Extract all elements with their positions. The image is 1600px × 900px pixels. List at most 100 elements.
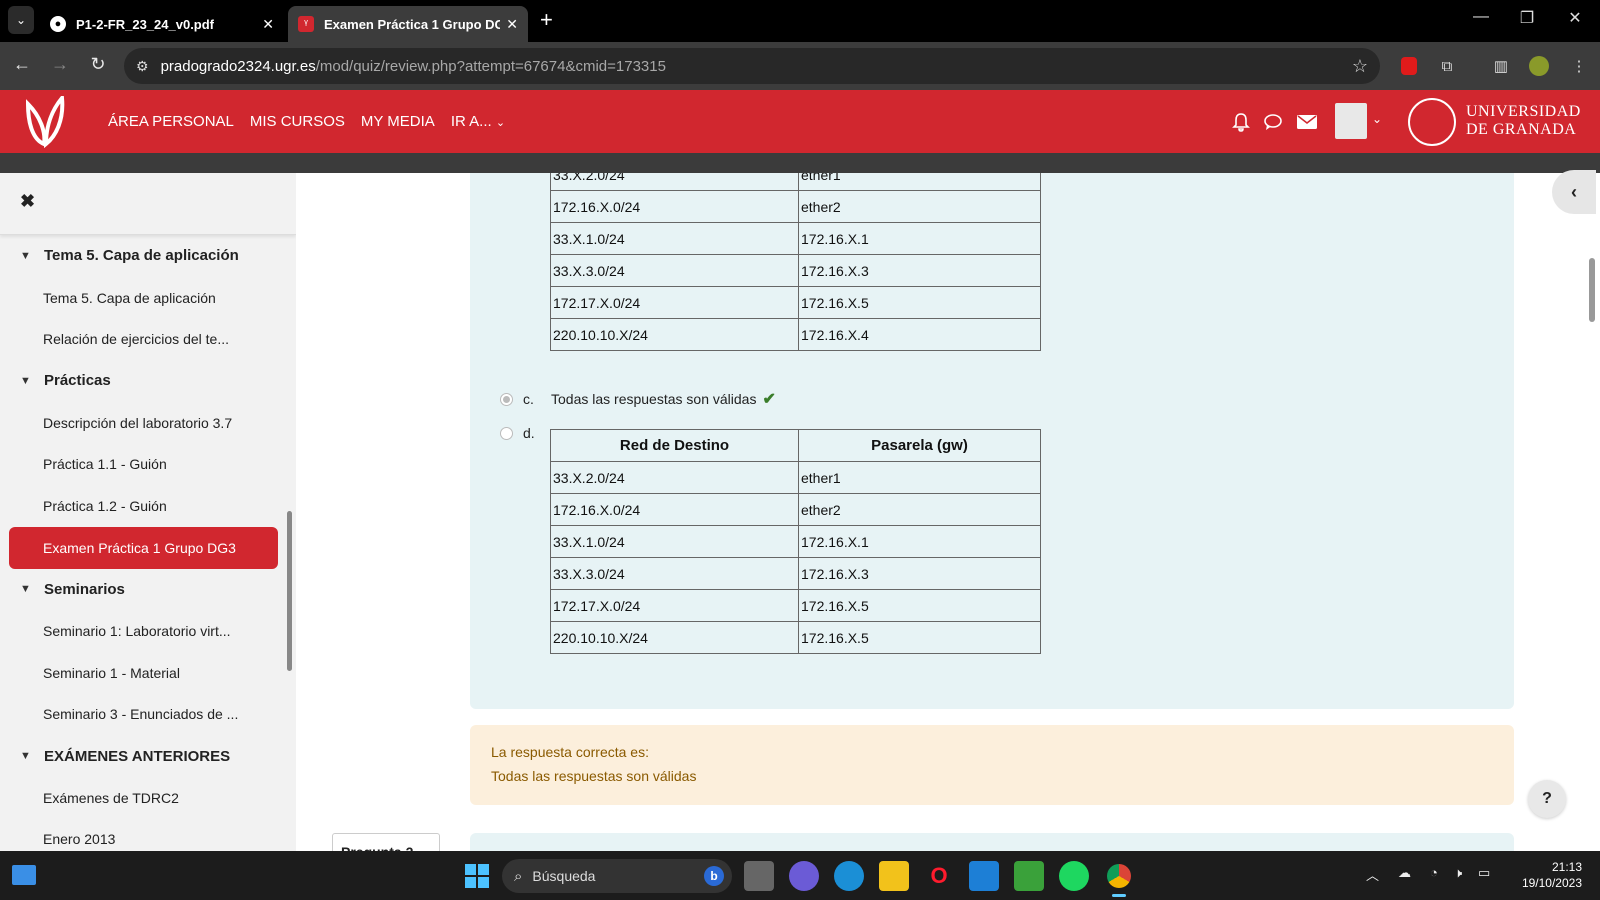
course-item[interactable]: Enero 2013 [0, 819, 296, 851]
course-item[interactable]: Exámenes de TDRC2 [0, 777, 296, 819]
volume-muted-icon[interactable]: 🕨 [1454, 865, 1462, 881]
address-bar[interactable]: ⚙ pradogrado2324.ugr.es/mod/quiz/review.… [124, 48, 1380, 84]
minimize-icon[interactable]: — [1466, 8, 1496, 26]
course-item[interactable]: Práctica 1.2 - Guión [0, 485, 296, 527]
bing-icon[interactable]: b [704, 866, 724, 886]
chevron-down-icon[interactable]: ▼ [20, 250, 44, 262]
chrome-icon[interactable] [1104, 861, 1134, 897]
nav-ir-a[interactable]: IR A... ⌄ [451, 113, 505, 130]
start-windows-icon[interactable] [465, 864, 489, 888]
tray-overflow-chevron-icon[interactable]: ︿ [1366, 865, 1379, 884]
table-cell: 172.16.X.3 [798, 557, 1041, 590]
course-item[interactable]: Relación de ejercicios del te... [0, 318, 296, 360]
adblock-extension-icon[interactable] [1398, 55, 1420, 77]
chevron-down-icon[interactable]: ▼ [20, 750, 44, 762]
table-cell: 33.X.3.0/24 [550, 254, 799, 287]
nav-mis-cursos[interactable]: MIS CURSOS [250, 113, 345, 130]
bell-icon[interactable] [1229, 110, 1253, 134]
close-tab-icon[interactable]: ✕ [262, 16, 274, 33]
chat-bubble-icon[interactable] [1261, 110, 1285, 134]
forward-icon[interactable]: → [48, 54, 72, 75]
close-window-icon[interactable]: ✕ [1560, 8, 1590, 28]
tab-search-button[interactable]: ⌄ [8, 6, 34, 34]
section-practicas[interactable]: ▼ Prácticas [0, 360, 296, 402]
site-header: ÁREA PERSONAL MIS CURSOS MY MEDIA IR A..… [0, 90, 1600, 153]
opera-icon[interactable]: O [924, 861, 954, 891]
profile-icon[interactable] [1528, 55, 1550, 77]
course-item[interactable]: Descripción del laboratorio 3.7 [0, 402, 296, 444]
restore-icon[interactable]: ❐ [1512, 8, 1542, 28]
onedrive-cloud-icon[interactable]: ☁ [1398, 865, 1411, 881]
ugr-favicon-icon: ᵞ [298, 16, 314, 32]
wifi-icon[interactable]: ◔ [1430, 865, 1438, 880]
close-drawer-icon[interactable]: ✖ [20, 191, 35, 212]
course-item[interactable]: Seminario 1 - Material [0, 652, 296, 694]
teams-chat-icon[interactable] [789, 861, 819, 891]
table-row: 33.X.3.0/24 172.16.X.3 [550, 254, 1041, 287]
ugr-seal-icon [1408, 98, 1456, 146]
back-icon[interactable]: ← [10, 54, 34, 75]
edge-icon[interactable] [834, 861, 864, 891]
open-block-drawer-button[interactable]: ‹ [1552, 170, 1596, 214]
widgets-icon[interactable] [12, 865, 36, 885]
table-row: 220.10.10.X/24 172.16.X.4 [550, 318, 1041, 351]
tab-title: Examen Práctica 1 Grupo DG3: [324, 16, 501, 32]
taskbar-search[interactable]: ⌕ Búsqueda b [502, 859, 732, 893]
minecraft-icon[interactable] [1014, 861, 1044, 891]
file-explorer-icon[interactable] [879, 861, 909, 891]
course-item-active[interactable]: Examen Práctica 1 Grupo DG3 [9, 526, 278, 569]
table-cell: 172.16.X.3 [798, 254, 1041, 287]
spotify-icon[interactable] [1059, 861, 1089, 891]
task-view-icon[interactable] [744, 861, 774, 891]
mail-app-icon[interactable] [969, 861, 999, 891]
nav-my-media[interactable]: MY MEDIA [361, 113, 435, 130]
close-tab-icon[interactable]: ✕ [506, 16, 518, 33]
battery-icon[interactable]: ▭ [1478, 865, 1490, 881]
side-panel-icon[interactable]: ▥ [1490, 55, 1512, 77]
bookmark-star-icon[interactable]: ☆ [1352, 56, 1368, 77]
table-row: 33.X.3.0/24 172.16.X.3 [550, 557, 1041, 590]
chevron-down-icon[interactable]: ▼ [20, 375, 44, 387]
chevron-down-icon[interactable]: ▼ [20, 583, 44, 595]
check-icon: ✔ [762, 391, 776, 408]
site-settings-icon[interactable]: ⚙ [136, 58, 149, 75]
table-row: 172.16.X.0/24 ether2 [550, 190, 1041, 223]
help-button[interactable]: ? [1528, 780, 1566, 818]
system-clock[interactable]: 21:13 19/10/2023 [1512, 859, 1582, 891]
section-seminarios[interactable]: ▼ Seminarios [0, 569, 296, 611]
section-tema-5[interactable]: ▼ Tema 5. Capa de aplicación [0, 235, 296, 277]
university-logo-text[interactable]: UNIVERSIDAD DE GRANADA [1466, 103, 1581, 139]
table-cell: 172.16.X.5 [798, 286, 1041, 319]
drawer-scrollbar[interactable] [287, 511, 292, 671]
radio-c[interactable] [500, 392, 513, 406]
section-examenes-anteriores[interactable]: ▼ EXÁMENES ANTERIORES [0, 735, 296, 777]
next-question-info: Pregunta 2 [332, 833, 440, 851]
avatar[interactable] [1335, 103, 1367, 139]
tab-pdf[interactable]: ● P1-2-FR_23_24_v0.pdf ✕ [40, 6, 284, 42]
answer-b-route-table: 33.X.2.0/24 ether1 172.16.X.0/24 ether2 33… [550, 173, 1041, 351]
prado-logo-icon[interactable] [22, 96, 68, 148]
course-item[interactable]: Seminario 3 - Enunciados de ... [0, 694, 296, 736]
table-cell: ether2 [798, 493, 1041, 526]
mail-icon[interactable] [1295, 110, 1319, 134]
browser-toolbar: ← → ↻ ⚙ pradogrado2324.ugr.es/mod/quiz/r… [0, 42, 1600, 90]
browser-menu-icon[interactable]: ⋮ [1568, 55, 1590, 77]
table-cell: 33.X.2.0/24 [550, 173, 799, 191]
course-item[interactable]: Seminario 1: Laboratorio virt... [0, 610, 296, 652]
course-item[interactable]: Tema 5. Capa de aplicación [0, 277, 296, 319]
nav-area-personal[interactable]: ÁREA PERSONAL [108, 113, 234, 130]
page-scrollbar[interactable] [1589, 258, 1595, 322]
user-menu-chevron-icon[interactable]: ⌄ [1372, 112, 1382, 126]
extensions-icon[interactable]: ⧉ [1436, 55, 1458, 77]
new-tab-button[interactable]: + [540, 8, 553, 32]
answer-option-d: d. [500, 425, 551, 441]
tab-exam[interactable]: ᵞ Examen Práctica 1 Grupo DG3: ✕ [288, 6, 528, 42]
search-icon: ⌕ [514, 867, 523, 885]
course-item[interactable]: Práctica 1.1 - Guión [0, 443, 296, 485]
radio-d[interactable] [500, 426, 513, 440]
option-letter: c. [523, 391, 534, 407]
table-row: 33.X.2.0/24 ether1 [550, 461, 1041, 494]
clock-date: 19/10/2023 [1521, 876, 1582, 890]
feedback-title: La respuesta correcta es: [491, 744, 649, 760]
reload-icon[interactable]: ↻ [86, 54, 110, 75]
